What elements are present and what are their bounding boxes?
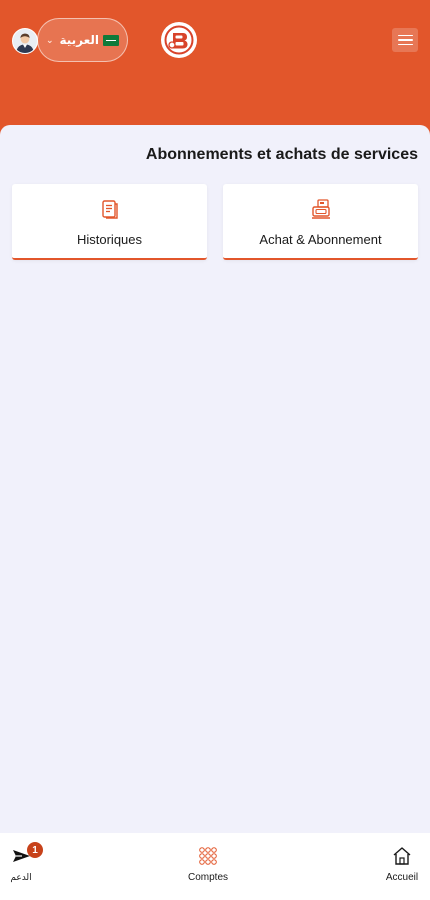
nav-support-label: الدعم [10,872,32,882]
header-bar: ⌄ العربية [0,0,430,140]
history-card[interactable]: Historiques [12,184,207,260]
purchase-subscription-label: Achat & Abonnement [259,232,382,247]
nav-home-label: Accueil [385,872,419,883]
notification-badge: 1 [27,842,43,858]
bottom-navigation: الدعم 1 Comptes Accueil [0,833,430,900]
receipt-list-icon [101,200,118,219]
home-icon [393,847,411,865]
language-selector[interactable]: ⌄ العربية [37,18,128,62]
brand-logo-icon[interactable] [161,22,197,58]
nav-accounts-label: Comptes [187,872,228,883]
saudi-flag-icon [103,34,120,46]
main-content: Abonnements et achats de services Histor… [0,125,430,833]
purchase-subscription-card[interactable]: Achat & Abonnement [223,184,418,260]
app-screen: ⌄ العربية Abonnements et achats de servi… [0,0,430,900]
page-title: Abonnements et achats de services [145,146,418,163]
user-avatar-icon[interactable] [12,28,38,54]
history-card-label: Historiques [76,232,143,247]
cash-register-icon [311,199,330,219]
hamburger-menu-icon[interactable] [392,28,418,52]
chevron-down-icon: ⌄ [45,34,54,45]
language-label: العربية [59,33,100,47]
nav-home[interactable]: Accueil [381,845,423,883]
nav-accounts[interactable]: Comptes [182,845,234,883]
grid-dots-icon [199,847,217,865]
